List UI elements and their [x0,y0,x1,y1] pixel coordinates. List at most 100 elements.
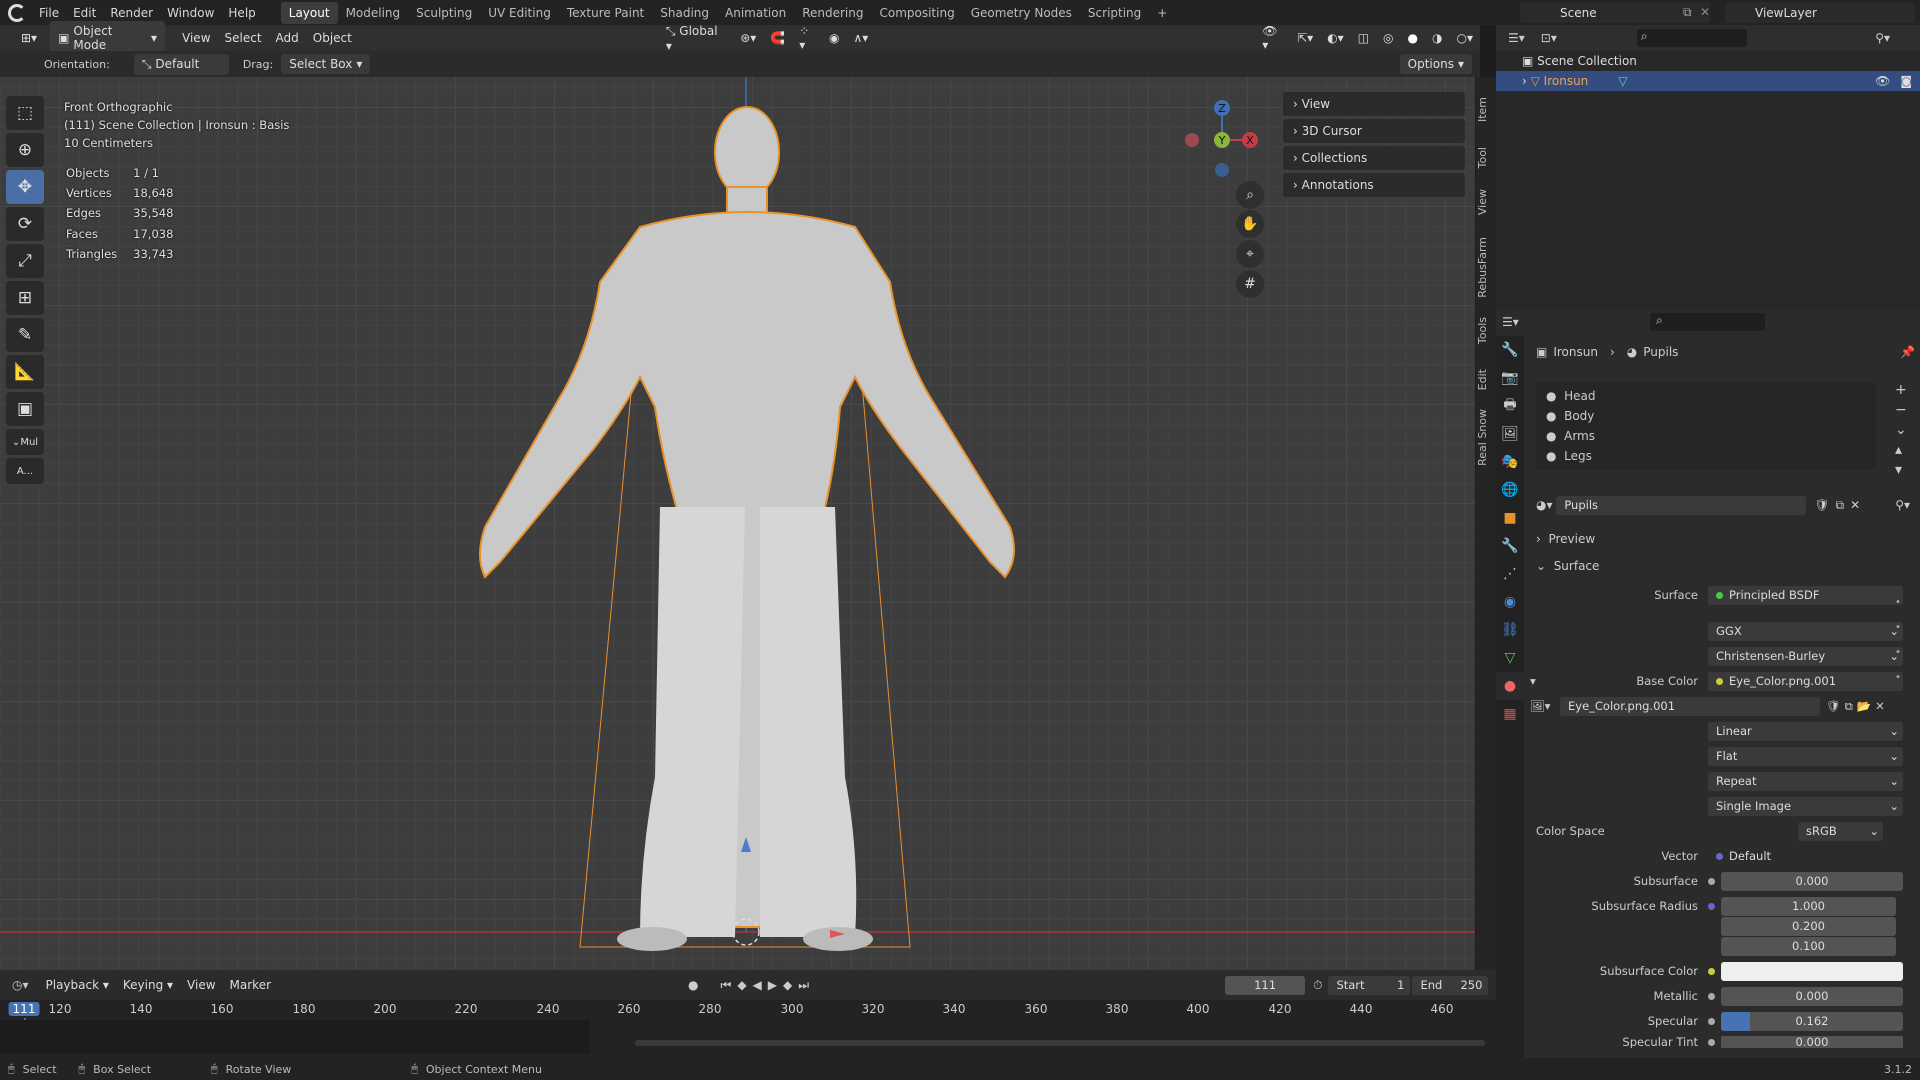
subsurface-color-swatch[interactable] [1721,961,1903,981]
falloff-icon[interactable]: ∧▾ [846,28,875,48]
view-layer-selector[interactable]: ViewLayer [1725,2,1915,23]
move-down-button[interactable]: ▾ [1895,460,1907,480]
render-tab-icon[interactable]: 📷 [1496,364,1524,392]
extension-dropdown[interactable]: Repeat ⌄ [1708,771,1903,791]
output-tab-icon[interactable]: 🖶 [1496,392,1524,420]
end-frame-field[interactable]: End 250 [1412,975,1489,995]
base-color-field[interactable]: Eye_Color.png.001 [1708,671,1903,691]
keyframe-dot[interactable]: • [1895,590,1901,615]
tab-sculpting[interactable]: Sculpting [408,2,480,24]
current-frame-field[interactable]: 111 [1225,975,1306,995]
pivot-icon[interactable]: ⊛▾ [733,28,763,48]
tab-edit[interactable]: Edit [1476,369,1496,390]
jump-end-icon[interactable]: ⏭ [798,978,815,992]
shading-rendered-icon[interactable]: ○▾ [1449,28,1480,48]
tab-tool[interactable]: Tool [1476,147,1496,168]
extra-tool-a[interactable]: A... [6,458,44,484]
camera-icon[interactable]: ⌖ [1236,240,1264,268]
filter-icon[interactable]: ⚲▾ [1875,31,1890,45]
image-icon[interactable]: 🖼▾ [1530,699,1560,713]
subsurface-radius-x-field[interactable]: 1.000 [1721,896,1896,916]
proportional-edit-icon[interactable]: ◉ [822,28,846,48]
measure-tool-icon[interactable]: 📐 [6,355,44,389]
remove-slot-button[interactable]: − [1895,400,1907,420]
play-reverse-icon[interactable]: ◀ [753,978,768,992]
display-mode-icon[interactable]: ⊡▾ [1541,31,1557,45]
extra-tool-mul[interactable]: ⌄ Mul [6,429,44,455]
material-browse-icon[interactable]: ◕▾ [1536,498,1556,512]
fake-user-icon[interactable]: 🛡 [1814,498,1829,512]
gizmo-neg-x[interactable] [1185,133,1199,147]
timeline-scrollbar[interactable] [635,1040,1485,1046]
tab-compositing[interactable]: Compositing [871,2,962,24]
particles-tab-icon[interactable]: ⋰ [1496,560,1524,588]
open-image-icon[interactable]: 📂 [1857,699,1871,713]
snap-icon[interactable]: 🧲 [763,28,792,48]
duplicate-material-icon[interactable]: ⧉ [1836,498,1845,513]
playhead-label[interactable]: 111 [8,1002,40,1016]
outliner-row-ironsun[interactable]: › ▽ Ironsun ▽ 👁 ◙ [1496,71,1920,91]
delete-scene-icon[interactable]: ✕ [1700,5,1710,19]
pan-hand-icon[interactable]: ✋ [1236,210,1264,238]
prev-keyframe-icon[interactable]: ◆ [737,978,752,992]
tab-real-snow[interactable]: Real Snow [1476,409,1496,466]
view-layer-tab-icon[interactable]: 🖼 [1496,420,1524,448]
start-frame-field[interactable]: Start 1 [1328,975,1411,995]
jump-start-icon[interactable]: ⏮ [721,978,738,992]
tab-scripting[interactable]: Scripting [1080,2,1149,24]
frame-ruler[interactable]: 111 120 140 160 180 200 220 240 260 280 … [0,1002,1496,1020]
tab-view[interactable]: View [1476,189,1496,215]
projection-dropdown[interactable]: Flat ⌄ [1708,746,1903,766]
tab-geometry-nodes[interactable]: Geometry Nodes [963,2,1080,24]
outliner-row-scene-collection[interactable]: ▣ Scene Collection [1496,51,1920,71]
menu-object[interactable]: Object [306,28,359,48]
interpolation-dropdown[interactable]: Linear ⌄ [1708,721,1903,741]
image-name-field[interactable]: Eye_Color.png.001 [1560,696,1820,716]
menu-file[interactable]: File [32,6,66,20]
panel-collections[interactable]: › Collections [1283,146,1465,170]
tab-layout[interactable]: Layout [280,1,338,24]
scene-selector[interactable]: Scene [1520,2,1710,23]
material-slot[interactable]: ● Body [1546,406,1876,426]
specular-tint-field[interactable]: 0.000 [1721,1036,1903,1048]
navigation-gizmo[interactable]: Z X Y [1180,95,1260,185]
material-name-field[interactable]: Pupils [1556,495,1807,515]
new-scene-icon[interactable]: ⧉ [1683,5,1692,20]
blender-logo-icon[interactable] [8,3,26,22]
surface-panel-header[interactable]: ⌄ Surface [1536,555,1910,577]
texture-tab-icon[interactable]: ▦ [1496,700,1524,728]
tab-tools[interactable]: Tools [1476,317,1496,344]
specular-field[interactable]: 0.162 [1721,1011,1903,1031]
unlink-image-icon[interactable]: ✕ [1875,699,1885,713]
menu-keying[interactable]: Keying ▾ [116,975,180,995]
menu-window[interactable]: Window [160,6,221,20]
panel-view[interactable]: › View [1283,92,1465,116]
pin-icon[interactable]: 📌 [1900,345,1915,359]
tab-modeling[interactable]: Modeling [338,2,409,24]
rotate-tool-icon[interactable]: ⟳ [6,207,44,241]
world-tab-icon[interactable]: 🌐 [1496,476,1524,504]
scene-tab-icon[interactable]: 🎭 [1496,448,1524,476]
source-dropdown[interactable]: Single Image ⌄ [1708,796,1903,816]
gizmo-toggle-icon[interactable]: ⇱▾ [1290,28,1320,48]
duplicate-image-icon[interactable]: ⧉ [1845,699,1853,714]
camera-render-icon[interactable]: ◙ [1900,74,1912,88]
add-workspace-button[interactable]: + [1149,2,1175,24]
menu-select[interactable]: Select [218,28,269,48]
modifier-tab-icon[interactable]: 🔧 [1496,532,1524,560]
tab-uv-editing[interactable]: UV Editing [480,2,559,24]
tab-rebusfarm[interactable]: RebusFarm [1476,237,1496,298]
add-cube-tool-icon[interactable]: ▣ [6,392,44,426]
visibility-icon[interactable]: 👁▾ [1255,21,1290,55]
panel-annotations[interactable]: › Annotations [1283,173,1465,197]
vector-field[interactable]: Default [1708,847,1903,866]
shading-wireframe-icon[interactable]: ◎ [1376,28,1400,48]
annotate-tool-icon[interactable]: ✎ [6,318,44,352]
unlink-material-icon[interactable]: ✕ [1850,498,1860,512]
menu-add[interactable]: Add [269,28,306,48]
add-slot-button[interactable]: + [1895,380,1907,400]
shading-solid-icon[interactable]: ● [1401,28,1425,48]
data-tab-icon[interactable]: ▽ [1496,644,1524,672]
panel-3d-cursor[interactable]: › 3D Cursor [1283,119,1465,143]
keyframe-dot[interactable]: • [1895,640,1901,665]
